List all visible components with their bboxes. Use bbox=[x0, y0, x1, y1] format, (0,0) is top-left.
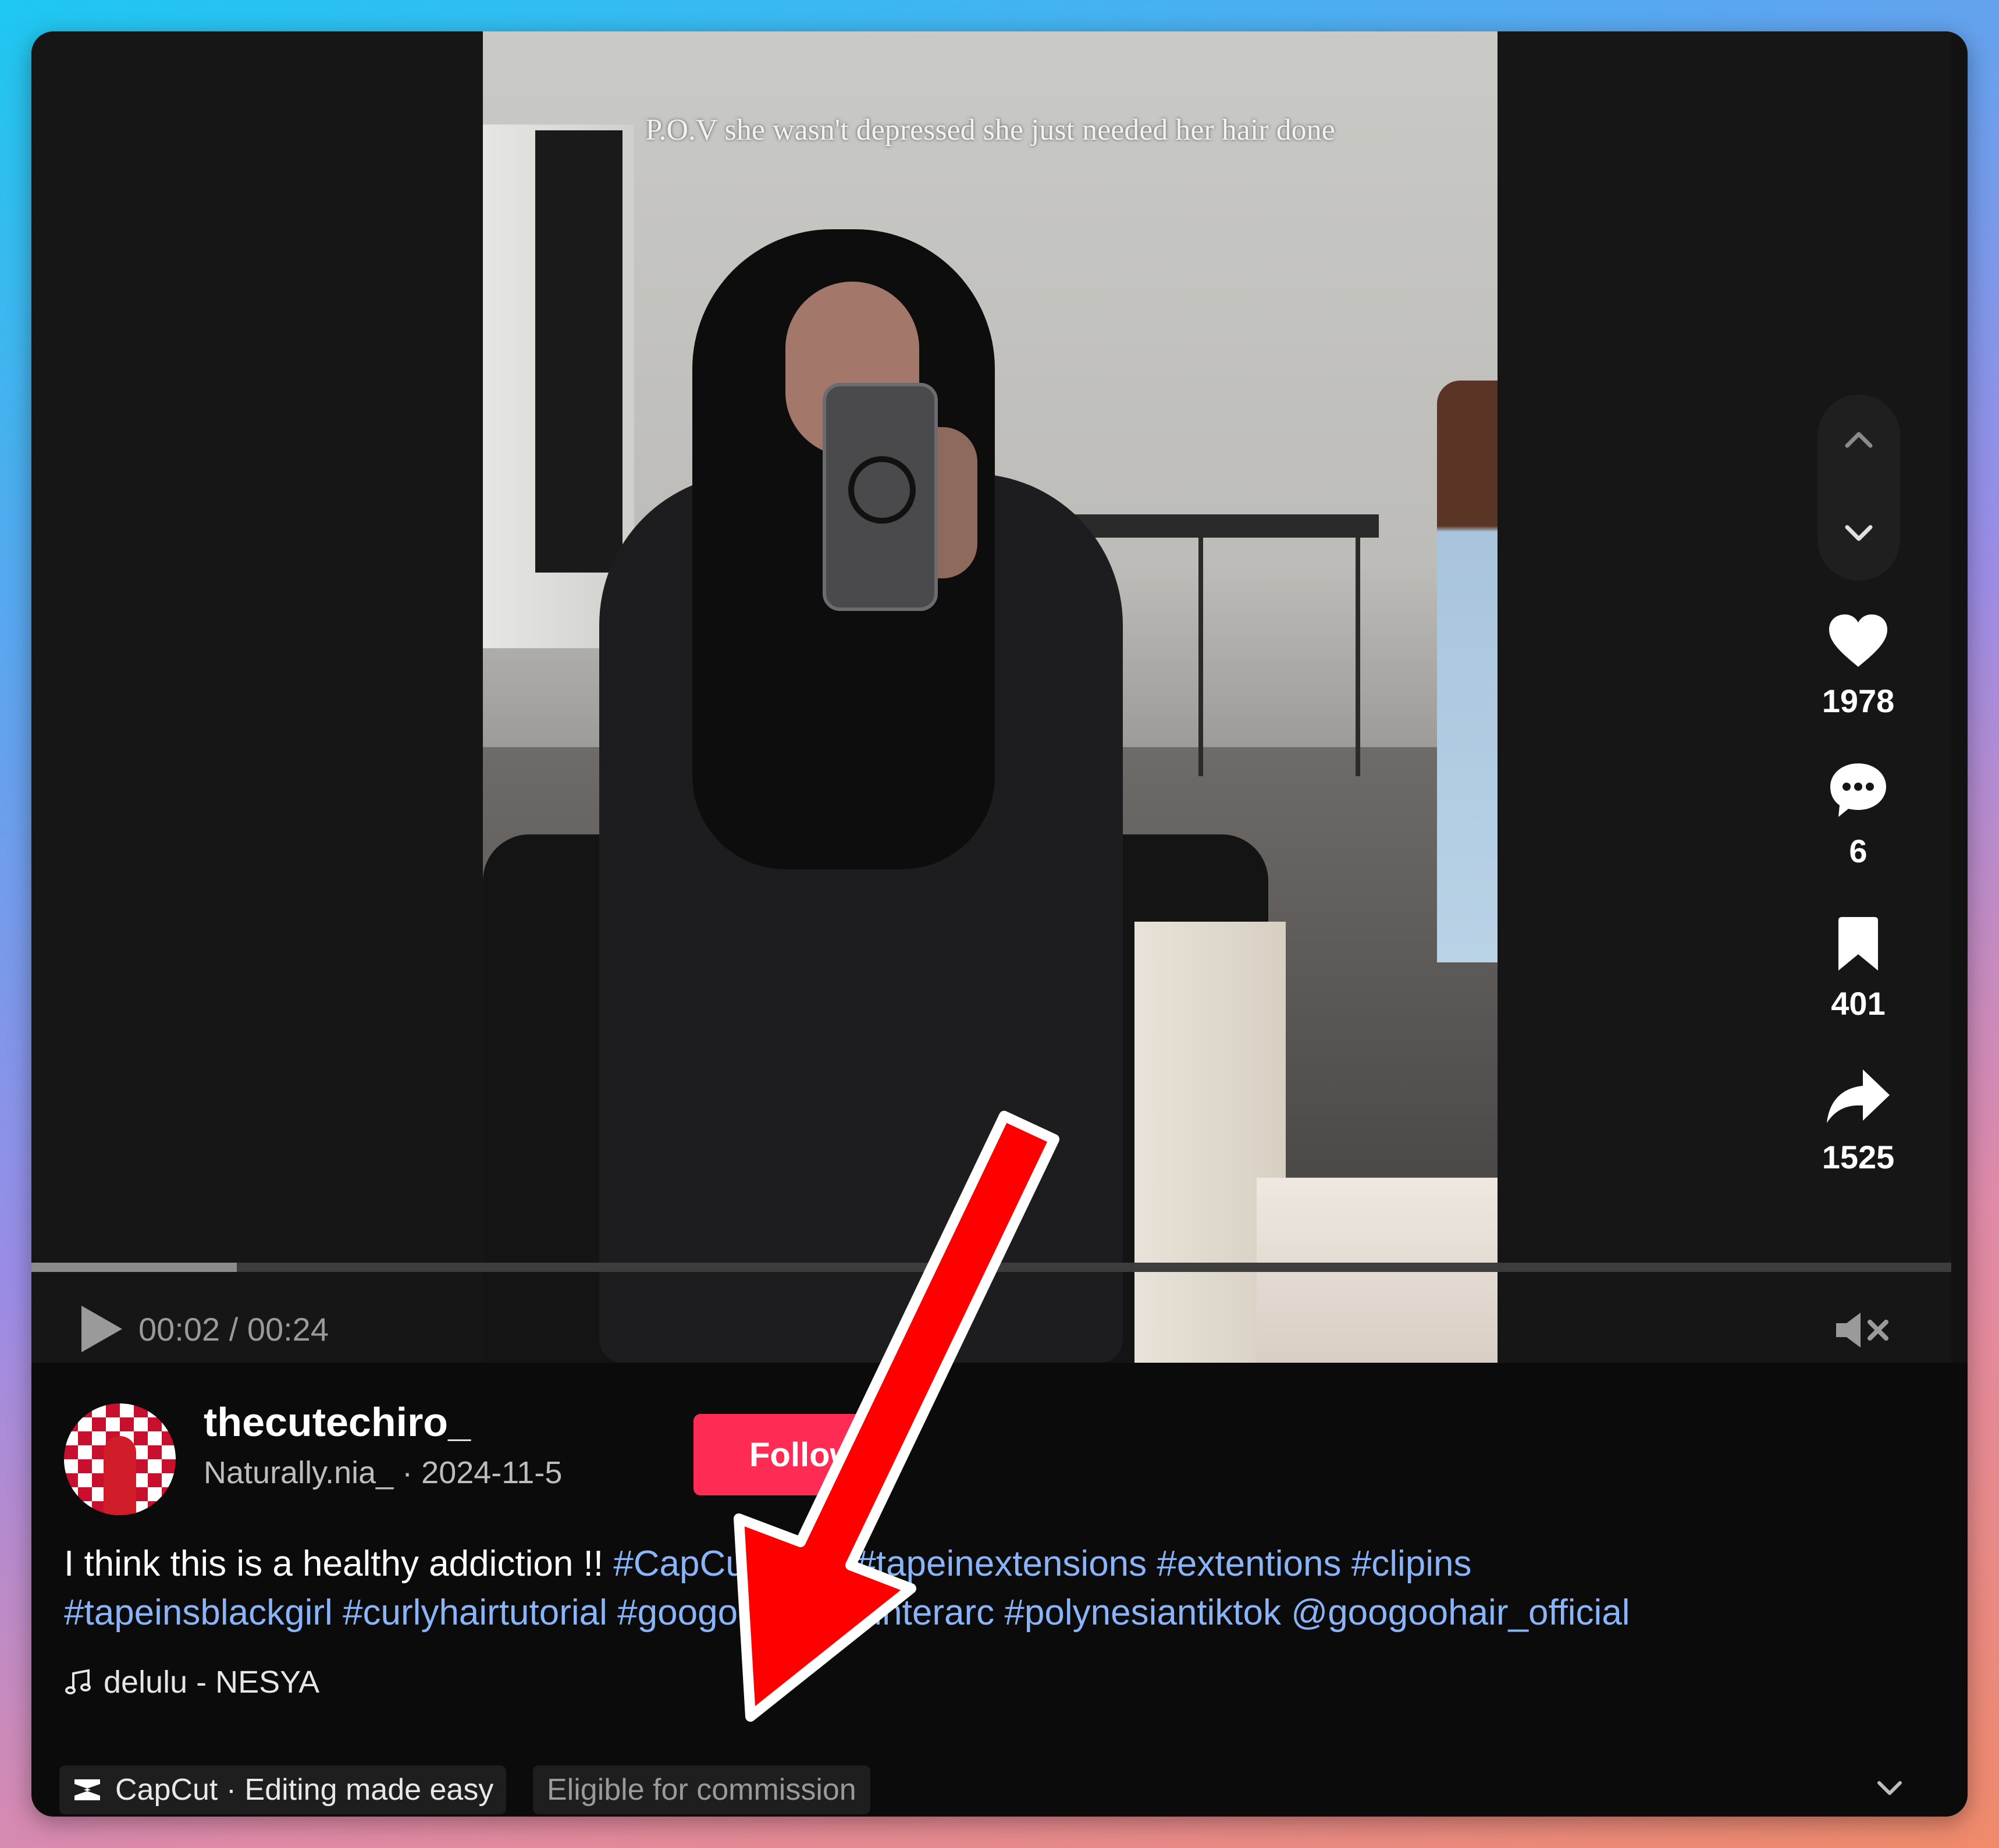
comment-icon[interactable] bbox=[1828, 761, 1888, 819]
video-scene-stand-leg bbox=[1356, 532, 1360, 776]
expand-chevron-icon[interactable] bbox=[1872, 1770, 1907, 1805]
music-info[interactable]: delulu - NESYA bbox=[64, 1664, 319, 1700]
hashtag-link[interactable]: #tapeinsblackgirl bbox=[64, 1593, 333, 1633]
play-icon[interactable] bbox=[81, 1306, 122, 1352]
capcut-chip[interactable]: CapCut · Editing made easy bbox=[59, 1765, 507, 1814]
like-action[interactable]: 1978 bbox=[1812, 613, 1905, 720]
display-name: Naturally.nia_ bbox=[204, 1455, 394, 1490]
video-navigation bbox=[1817, 395, 1900, 581]
avatar-figure bbox=[104, 1436, 136, 1515]
video-scene-mirror bbox=[535, 130, 623, 573]
commission-chip: Eligible for commission bbox=[533, 1765, 870, 1814]
save-count: 401 bbox=[1831, 985, 1886, 1022]
hashtag-link[interactable]: #CapCut bbox=[613, 1544, 756, 1584]
post-date: 2024-11-5 bbox=[421, 1455, 563, 1490]
capcut-icon bbox=[74, 1779, 100, 1800]
music-note-icon bbox=[65, 1669, 91, 1694]
video-frame[interactable]: P.O.V she wasn't depressed she just need… bbox=[483, 31, 1498, 1363]
playback-controls: 00:02 / 00:24 bbox=[81, 1306, 329, 1352]
subline-separator: · bbox=[393, 1455, 422, 1490]
chevron-up-icon[interactable] bbox=[1841, 422, 1876, 457]
current-time: 00:02 bbox=[138, 1310, 220, 1348]
time-display: 00:02 / 00:24 bbox=[138, 1310, 329, 1348]
duration: 00:24 bbox=[247, 1310, 329, 1348]
hashtag-link[interactable]: #winterarc bbox=[828, 1593, 994, 1633]
like-count: 1978 bbox=[1822, 683, 1895, 719]
hashtag-link[interactable]: #polynesiantiktok bbox=[1004, 1593, 1281, 1633]
bookmark-icon[interactable] bbox=[1835, 916, 1881, 972]
share-action[interactable]: 1525 bbox=[1812, 1067, 1905, 1176]
share-icon[interactable] bbox=[1826, 1067, 1891, 1125]
video-description: I think this is a healthy addiction !! #… bbox=[64, 1540, 1926, 1637]
video-detail-window: P.O.V she wasn't depressed she just need… bbox=[31, 31, 1968, 1817]
share-count: 1525 bbox=[1822, 1139, 1895, 1175]
description-text: I think this is a healthy addiction !! bbox=[64, 1544, 614, 1584]
hashtag-link[interactable]: @googoohair_official bbox=[1291, 1593, 1630, 1633]
save-action[interactable]: 401 bbox=[1812, 916, 1905, 1022]
video-scene-background-person bbox=[1437, 381, 1498, 962]
video-overlay-caption: P.O.V she wasn't depressed she just need… bbox=[645, 113, 1335, 147]
video-player[interactable]: P.O.V she wasn't depressed she just need… bbox=[31, 31, 1951, 1363]
music-label: delulu - NESYA bbox=[104, 1665, 320, 1700]
username[interactable]: thecutechiro_ bbox=[204, 1399, 471, 1445]
avatar[interactable] bbox=[64, 1403, 176, 1515]
follow-button[interactable]: Follow bbox=[693, 1414, 891, 1495]
hashtag-link[interactable]: #hair bbox=[766, 1544, 846, 1584]
hashtag-link[interactable]: #tapeinextensions bbox=[856, 1544, 1147, 1584]
time-separator: / bbox=[220, 1310, 247, 1348]
hashtag-link[interactable]: #extentions bbox=[1157, 1544, 1341, 1584]
comment-count: 6 bbox=[1849, 833, 1868, 869]
mute-icon[interactable] bbox=[1831, 1312, 1895, 1349]
video-info-panel: thecutechiro_ Naturally.nia_ · 2024-11-5… bbox=[31, 1363, 1968, 1817]
author-subline: Naturally.nia_ · 2024-11-5 bbox=[204, 1455, 562, 1491]
video-progress-bar[interactable] bbox=[31, 1263, 1951, 1272]
heart-icon[interactable] bbox=[1828, 613, 1888, 669]
comment-action[interactable]: 6 bbox=[1812, 761, 1905, 870]
video-scene-stand-leg bbox=[1198, 532, 1203, 776]
video-progress-fill bbox=[31, 1263, 237, 1272]
video-scene-phone bbox=[823, 383, 938, 611]
capcut-label: CapCut · Editing made easy bbox=[115, 1773, 494, 1807]
video-scene-stand bbox=[1053, 514, 1379, 538]
hashtag-link[interactable]: #googoohair bbox=[617, 1593, 818, 1633]
hashtag-link[interactable]: #clipins bbox=[1351, 1544, 1472, 1584]
hashtag-link[interactable]: #curlyhairtutorial bbox=[343, 1593, 607, 1633]
chevron-down-icon[interactable] bbox=[1841, 516, 1876, 550]
